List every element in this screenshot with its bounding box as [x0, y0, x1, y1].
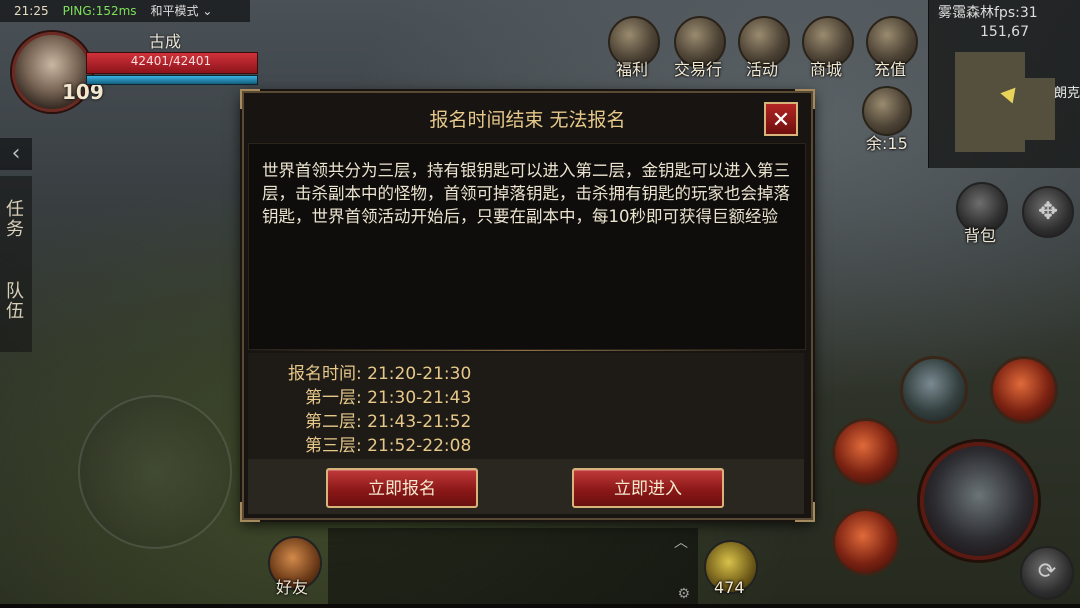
player-name: 古成	[148, 32, 181, 51]
skill-slot-sword-icon[interactable]	[832, 418, 900, 486]
close-button[interactable]: ✕	[764, 102, 798, 136]
skill-slot-slash-icon[interactable]	[990, 356, 1058, 424]
top-menu-label: 福利	[615, 60, 648, 79]
schedule-label: 第二层	[305, 412, 356, 432]
top-menu-shop[interactable]: 商城	[802, 16, 854, 79]
signup-dialog: 报名时间结束 无法报名 ✕ 世界首领共分为三层，持有银钥匙可以进入第二层，金钥匙…	[240, 89, 815, 522]
map-name: 雾霭森林fps:31	[938, 5, 1038, 21]
bag-button[interactable]: 背包	[956, 182, 1008, 245]
schedule-label: 报名时间	[288, 364, 356, 384]
signup-button[interactable]: 立即报名	[326, 468, 478, 508]
top-menu-recharge[interactable]: 充值	[866, 16, 918, 79]
schedule-separator: :	[356, 364, 362, 384]
bag-label: 背包	[964, 226, 997, 245]
friends-label: 好友	[276, 578, 309, 597]
tab-team[interactable]: 队伍	[6, 282, 26, 322]
top-menu-label: 交易行	[673, 60, 722, 79]
top-menu-label: 商城	[809, 60, 842, 79]
dialog-title: 报名时间结束 无法报名	[429, 109, 626, 131]
basic-attack-button[interactable]	[920, 442, 1038, 560]
schedule-separator: :	[356, 388, 362, 408]
schedule-row: 报名时间: 21:20-21:30	[268, 359, 471, 384]
enter-button[interactable]: 立即进入	[572, 468, 724, 508]
ping-indicator: PING:152ms	[62, 4, 137, 18]
schedule-separator: :	[356, 436, 362, 456]
schedule-row: 第二层: 21:43-21:52	[268, 407, 471, 432]
skull-chest-icon	[862, 86, 912, 136]
pk-mode-label: 和平模式	[150, 4, 199, 18]
potion-button[interactable]: 474	[704, 540, 758, 597]
status-bar: 21:25 PING:152ms 和平模式 ⌄	[0, 0, 250, 22]
gear-icon[interactable]: ⚙	[677, 586, 690, 602]
skill-slot-crossed-blades-icon[interactable]	[832, 508, 900, 576]
pk-mode-toggle[interactable]: 和平模式 ⌄	[151, 0, 213, 22]
schedule-time: 21:30-21:43	[367, 388, 472, 408]
schedule-time: 21:20-21:30	[367, 364, 472, 384]
chevron-left-icon[interactable]: ‹	[0, 138, 32, 170]
map-zone-label: 朗克	[1053, 86, 1080, 101]
schedule-label: 第三层	[305, 436, 356, 456]
skill-slot-armor-icon[interactable]	[900, 356, 968, 424]
switch-target-icon[interactable]: ⟳	[1020, 546, 1074, 600]
bottom-edge	[0, 604, 1080, 608]
schedule-separator: :	[356, 412, 362, 432]
minimap-terrain	[1011, 78, 1055, 140]
boss-chest-remaining: 余:15	[866, 134, 908, 153]
chat-panel[interactable]: ︿ ⚙	[328, 528, 698, 608]
schedule-row: 第一层: 21:30-21:43	[268, 383, 471, 408]
hp-text: 42401/42401	[130, 54, 212, 68]
boss-chest-button[interactable]: 余:15	[862, 86, 912, 153]
schedule-time: 21:52-22:08	[367, 436, 472, 456]
chevron-up-icon[interactable]: ︿	[674, 532, 688, 552]
map-coords: 151,67	[980, 24, 1029, 40]
tab-quest[interactable]: 任务	[6, 200, 26, 240]
schedule-time: 21:43-21:52	[367, 412, 472, 432]
clock: 21:25	[14, 4, 49, 18]
mp-bar	[86, 75, 258, 85]
top-menu-label: 活动	[745, 60, 778, 79]
chevron-down-icon: ⌄	[202, 4, 213, 18]
schedule-row: 第三层: 21:52-22:08	[268, 431, 471, 456]
potion-count: 474	[714, 578, 745, 597]
top-menu-label: 充值	[873, 60, 906, 79]
virtual-joystick[interactable]	[78, 395, 232, 549]
description-text: 世界首领共分为三层，持有银钥匙可以进入第二层，金钥匙可以进入第三层，击杀副本中的…	[262, 161, 790, 226]
divider	[248, 350, 804, 351]
top-menu-activity[interactable]: 活动	[738, 16, 790, 79]
friends-button[interactable]: 好友	[268, 536, 322, 597]
move-cross-icon[interactable]: ✥	[1022, 186, 1074, 238]
schedule-label: 第一层	[305, 388, 356, 408]
top-menu-trade[interactable]: 交易行	[674, 16, 726, 79]
top-menu-welfare[interactable]: 福利	[608, 16, 660, 79]
